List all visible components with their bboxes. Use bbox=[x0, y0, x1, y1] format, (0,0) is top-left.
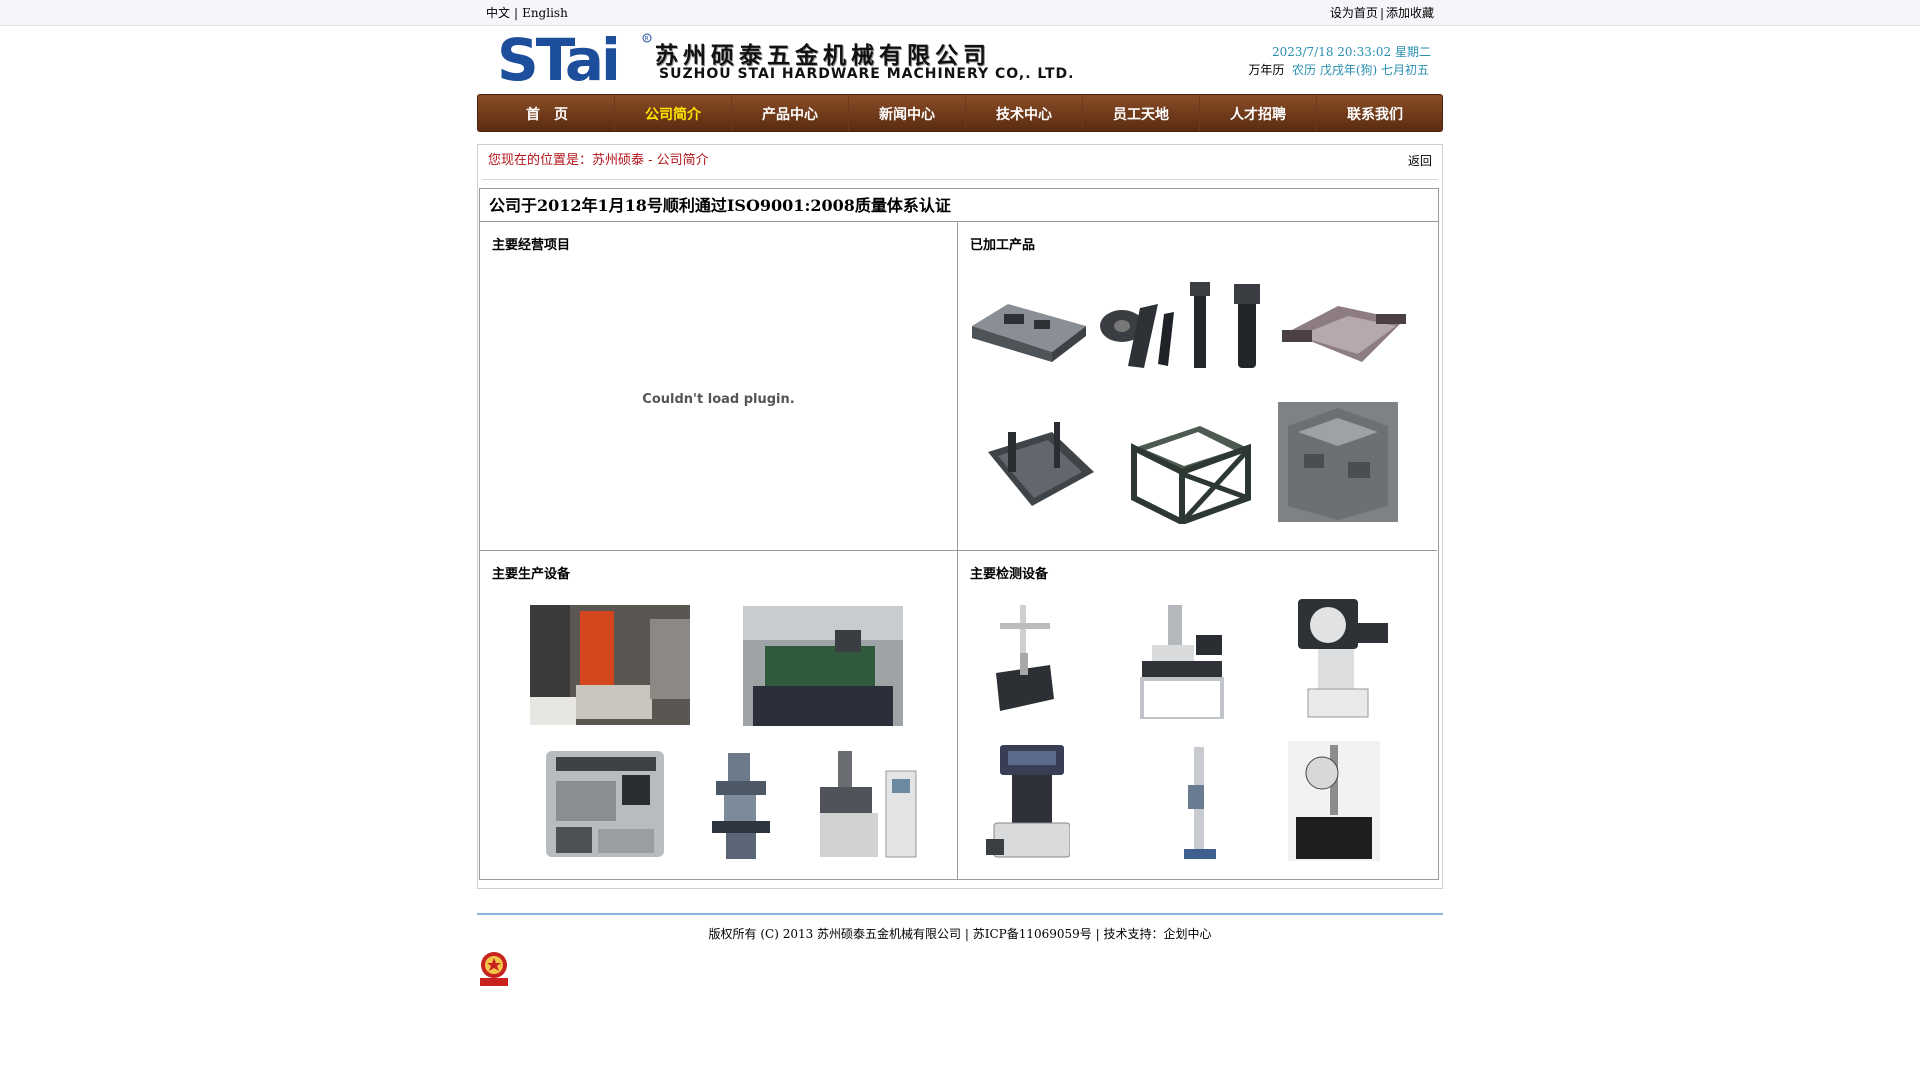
product-image-1[interactable] bbox=[968, 286, 1090, 366]
inspection-image-3[interactable] bbox=[1298, 599, 1390, 719]
nav-technology[interactable]: 技术中心 bbox=[966, 95, 1083, 131]
main-content: 您现在的位置是：苏州硕泰 - 公司简介 返回 公司于2012年1月18号顺利通过… bbox=[477, 144, 1443, 889]
separator: | bbox=[1379, 6, 1384, 20]
product-image-5[interactable] bbox=[1126, 418, 1254, 524]
lunar-calendar: 万年历 农历 戊戌年(狗) 七月初五 bbox=[1248, 61, 1429, 78]
calendar-value: 农历 戊戌年(狗) 七月初五 bbox=[1292, 63, 1429, 77]
lang-chinese-link[interactable]: 中文 bbox=[486, 6, 510, 20]
plugin-error-message: Couldn't load plugin. bbox=[642, 392, 795, 407]
nav-home[interactable]: 首 页 bbox=[480, 95, 615, 131]
page-title: 公司于2012年1月18号顺利通过ISO9001:2008质量体系认证 bbox=[480, 189, 1438, 222]
nav-company-profile[interactable]: 公司简介 bbox=[615, 95, 732, 131]
back-link[interactable]: 返回 bbox=[1408, 145, 1432, 177]
products-section: 已加工产品 bbox=[958, 222, 1437, 551]
svg-text:R: R bbox=[645, 36, 649, 43]
inspection-image-2[interactable] bbox=[1138, 605, 1228, 719]
product-image-6[interactable] bbox=[1278, 402, 1398, 522]
breadcrumb-text: 您现在的位置是：苏州硕泰 - 公司简介 bbox=[488, 153, 709, 168]
nav-contact[interactable]: 联系我们 bbox=[1317, 95, 1433, 131]
language-switcher: 中文 | English bbox=[486, 0, 568, 27]
footer-divider bbox=[477, 913, 1443, 915]
content-box: 公司于2012年1月18号顺利通过ISO9001:2008质量体系认证 主要经营… bbox=[479, 188, 1439, 880]
breadcrumb: 您现在的位置是：苏州硕泰 - 公司简介 返回 bbox=[482, 145, 1438, 180]
inspection-image-5[interactable] bbox=[1180, 745, 1220, 861]
equipment-image-4[interactable] bbox=[706, 747, 776, 861]
set-home-link[interactable]: 设为首页 bbox=[1330, 6, 1378, 20]
company-logo[interactable]: STai R bbox=[497, 32, 657, 88]
svg-text:STai: STai bbox=[497, 32, 618, 88]
add-favorite-link[interactable]: 添加收藏 bbox=[1386, 6, 1434, 20]
inspection-equipment-section: 主要检测设备 bbox=[958, 551, 1437, 879]
equipment-image-1[interactable] bbox=[530, 605, 690, 725]
separator: | bbox=[514, 6, 519, 20]
equipment-image-2[interactable] bbox=[743, 606, 903, 726]
police-badge-icon[interactable] bbox=[477, 950, 511, 988]
company-name-english: SUZHOU STAI HARDWARE MACHINERY CO,. LTD. bbox=[659, 66, 1075, 82]
inspection-image-6[interactable] bbox=[1288, 741, 1380, 861]
product-image-2[interactable] bbox=[1092, 278, 1262, 374]
date-time: 2023/7/18 20:33:02 星期二 bbox=[1271, 45, 1431, 59]
inspection-image-4[interactable] bbox=[986, 743, 1070, 861]
nav-careers[interactable]: 人才招聘 bbox=[1200, 95, 1317, 131]
top-bar: 中文 | English 设为首页 | 添加收藏 bbox=[0, 0, 1920, 26]
inspection-image-1[interactable] bbox=[990, 603, 1060, 719]
section-heading: 已加工产品 bbox=[970, 238, 1036, 253]
production-equipment-section: 主要生产设备 bbox=[480, 551, 958, 879]
nav-products[interactable]: 产品中心 bbox=[732, 95, 849, 131]
main-navigation: 首 页 公司简介 产品中心 新闻中心 技术中心 员工天地 人才招聘 联系我们 bbox=[477, 94, 1443, 132]
equipment-image-3[interactable] bbox=[542, 741, 668, 859]
calendar-label: 万年历 bbox=[1248, 63, 1285, 77]
footer-copyright: 版权所有 (C) 2013 苏州硕泰五金机械有限公司 | 苏ICP备110690… bbox=[708, 927, 1212, 941]
section-heading: 主要经营项目 bbox=[492, 238, 571, 253]
company-name-chinese: 苏州硕泰五金机械有限公司 bbox=[655, 43, 991, 69]
lang-english-link[interactable]: English bbox=[522, 6, 568, 20]
section-heading: 主要生产设备 bbox=[492, 567, 571, 582]
nav-staff[interactable]: 员工天地 bbox=[1083, 95, 1200, 131]
equipment-image-5[interactable] bbox=[810, 747, 920, 859]
favorites-links: 设为首页 | 添加收藏 bbox=[1330, 0, 1434, 27]
nav-news[interactable]: 新闻中心 bbox=[849, 95, 966, 131]
product-image-3[interactable] bbox=[1278, 292, 1414, 372]
product-image-4[interactable] bbox=[978, 412, 1098, 512]
section-heading: 主要检测设备 bbox=[970, 567, 1049, 582]
site-header: STai R 苏州硕泰五金机械有限公司 SUZHOU STAI HARDWARE… bbox=[477, 26, 1443, 94]
business-section: 主要经营项目 Couldn't load plugin. bbox=[480, 222, 958, 551]
